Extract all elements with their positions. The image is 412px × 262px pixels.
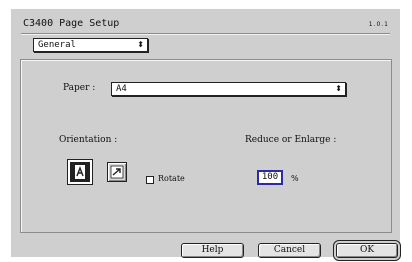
paper-size-popup[interactable]: A4 ⬍: [111, 82, 346, 96]
paper-label: Paper :: [63, 83, 96, 93]
popup-arrows-icon: ⬍: [335, 84, 342, 93]
ok-button[interactable]: OK: [336, 243, 398, 258]
help-button[interactable]: Help: [181, 243, 244, 258]
paper-size-value: A4: [116, 84, 127, 94]
portrait-orientation-icon: [75, 165, 85, 179]
rotate-checkbox[interactable]: [146, 176, 154, 184]
version-label: 1.0.1: [368, 21, 389, 28]
rotate-label: Rotate: [158, 174, 185, 183]
title-divider-highlight: [21, 34, 390, 35]
percent-unit: %: [291, 174, 299, 183]
landscape-orientation-icon: [110, 165, 124, 179]
landscape-orientation-button[interactable]: [107, 162, 127, 182]
window-title: C3400 Page Setup: [23, 18, 120, 29]
cancel-button[interactable]: Cancel: [258, 243, 321, 258]
orientation-label: Orientation :: [59, 135, 118, 145]
popup-arrows-icon: ⬍: [137, 40, 144, 49]
section-popup-value: General: [38, 40, 76, 50]
section-popup[interactable]: General ⬍: [33, 38, 148, 52]
reduce-enlarge-label: Reduce or Enlarge :: [245, 135, 337, 145]
scale-percent-field[interactable]: 100: [257, 170, 283, 185]
portrait-orientation-button[interactable]: [70, 162, 90, 182]
